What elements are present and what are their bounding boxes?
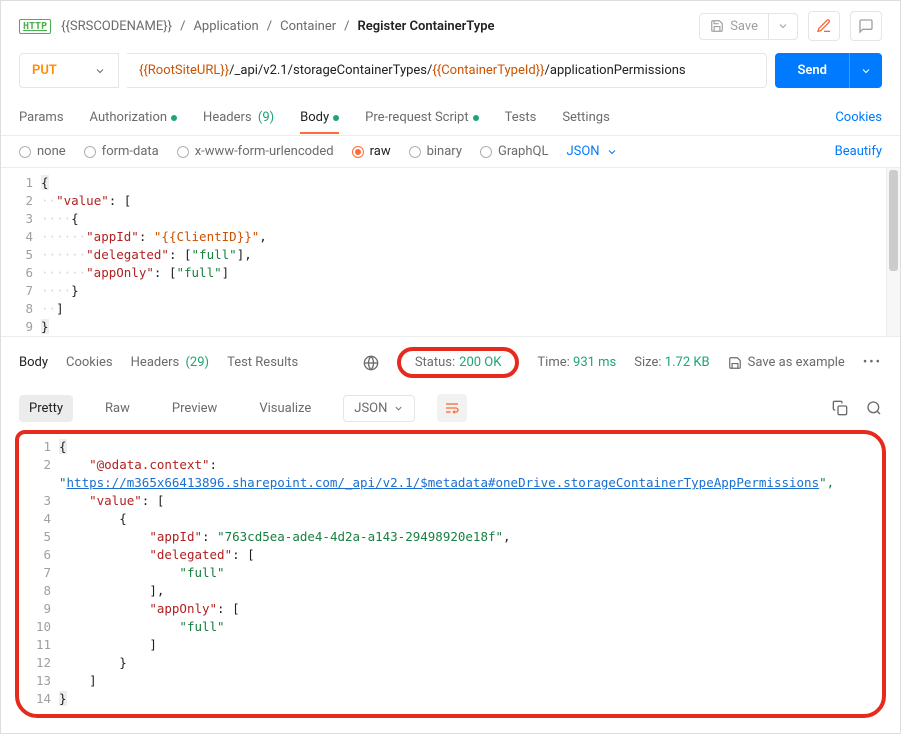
crumb-sep: / [344,19,349,34]
save-icon [728,356,742,370]
code-body[interactable]: { "@odata.context": "https://m365x664138… [59,434,882,714]
pencil-icon [816,18,832,34]
method-value: PUT [32,63,57,78]
scroll-thumb[interactable] [889,170,898,271]
tab-settings[interactable]: Settings [562,102,609,133]
status-dot-icon [473,115,479,121]
size-stat: Size: 1.72 KB [634,355,709,370]
time-stat: Time: 931 ms [537,355,616,370]
save-button-group[interactable]: Save [699,13,798,40]
body-xwww[interactable]: x-www-form-urlencoded [177,144,334,159]
comment-icon [858,18,874,34]
more-icon[interactable]: ••• [863,355,882,370]
response-bar: Body Cookies Headers (29) Test Results S… [1,337,900,388]
method-select[interactable]: PUT [19,53,119,88]
url-input[interactable]: {{RootSiteURL}}/_api/v2.1/storageContain… [127,53,767,88]
chevron-down-icon [393,403,404,414]
body-graphql[interactable]: GraphQL [480,144,548,159]
radio-icon [409,146,421,158]
tab-params[interactable]: Params [19,102,64,133]
body-binary[interactable]: binary [409,144,462,159]
resp-tab-cookies[interactable]: Cookies [66,355,113,370]
chevron-down-icon [606,146,618,158]
request-tabs: Params Authorization Headers (9) Body Pr… [1,100,900,136]
chevron-down-icon [860,65,872,77]
radio-icon [84,146,96,158]
code-body[interactable]: { ··"value": [ ····{ ······"appId": "{{C… [41,168,886,336]
resp-tab-tests[interactable]: Test Results [227,355,298,370]
line-gutter: 1234567891011121314 [19,434,59,714]
search-icon[interactable] [866,400,882,416]
url-text: {{RootSiteURL}}/_api/v2.1/storageContain… [139,63,686,78]
line-wrap-button[interactable] [437,394,467,422]
globe-icon[interactable] [363,355,379,371]
crumb-1[interactable]: Application [193,19,258,34]
tab-auth[interactable]: Authorization [90,102,178,133]
response-format-select[interactable]: JSON [343,395,415,422]
body-type-row: none form-data x-www-form-urlencoded raw… [1,136,900,167]
crumb-sep: / [267,19,272,34]
radio-icon [480,146,492,158]
tab-headers[interactable]: Headers (9) [203,102,274,133]
chevron-down-icon [777,20,789,32]
tab-tests[interactable]: Tests [505,102,537,133]
crumb-3[interactable]: Register ContainerType [358,19,495,34]
request-body-editor[interactable]: 123456789 { ··"value": [ ····{ ······"ap… [1,167,900,337]
save-icon [710,19,724,33]
response-view-bar: Pretty Raw Preview Visualize JSON [1,388,900,430]
save-label: Save [730,19,758,34]
send-dropdown[interactable] [849,53,882,88]
resp-tab-body[interactable]: Body [19,355,48,370]
radio-icon [19,146,31,158]
send-button-group[interactable]: Send [775,53,882,88]
chevron-down-icon [94,65,106,77]
view-raw[interactable]: Raw [95,395,140,422]
save-example-button[interactable]: Save as example [728,355,845,370]
protocol-badge: HTTP [19,19,51,34]
tab-prereq[interactable]: Pre-request Script [365,102,478,133]
edit-button[interactable] [808,11,840,41]
radio-icon [352,146,364,158]
send-button[interactable]: Send [775,53,849,88]
body-format-select[interactable]: JSON [566,144,617,159]
cookies-link[interactable]: Cookies [835,110,882,125]
beautify-link[interactable]: Beautify [835,144,882,159]
save-button[interactable]: Save [700,14,768,39]
breadcrumb: {{SRSCODENAME}} / Application / Containe… [61,19,689,34]
response-body[interactable]: 1234567891011121314 { "@odata.context": … [19,434,882,714]
body-raw[interactable]: raw [352,144,391,159]
view-pretty[interactable]: Pretty [19,395,73,422]
crumb-0[interactable]: {{SRSCODENAME}} [61,19,172,34]
scrollbar[interactable] [886,168,900,336]
wrap-icon [444,400,460,416]
header-bar: HTTP {{SRSCODENAME}} / Application / Con… [1,1,900,51]
resp-tab-headers[interactable]: Headers (29) [131,355,209,370]
radio-icon [177,146,189,158]
request-url-row: PUT {{RootSiteURL}}/_api/v2.1/storageCon… [1,51,900,100]
body-formdata[interactable]: form-data [84,144,159,159]
crumb-sep: / [180,19,185,34]
body-none[interactable]: none [19,144,66,159]
copy-icon[interactable] [832,400,848,416]
status-dot-icon [333,115,339,121]
view-visualize[interactable]: Visualize [249,395,321,422]
save-dropdown[interactable] [768,14,797,39]
status-dot-icon [171,115,177,121]
response-highlight: 1234567891011121314 { "@odata.context": … [15,430,886,718]
comment-button[interactable] [850,11,882,41]
crumb-2[interactable]: Container [280,19,336,34]
view-preview[interactable]: Preview [162,395,227,422]
status-highlight: Status: 200 OK [397,347,520,378]
tab-body[interactable]: Body [300,102,339,133]
line-gutter: 123456789 [1,168,41,336]
